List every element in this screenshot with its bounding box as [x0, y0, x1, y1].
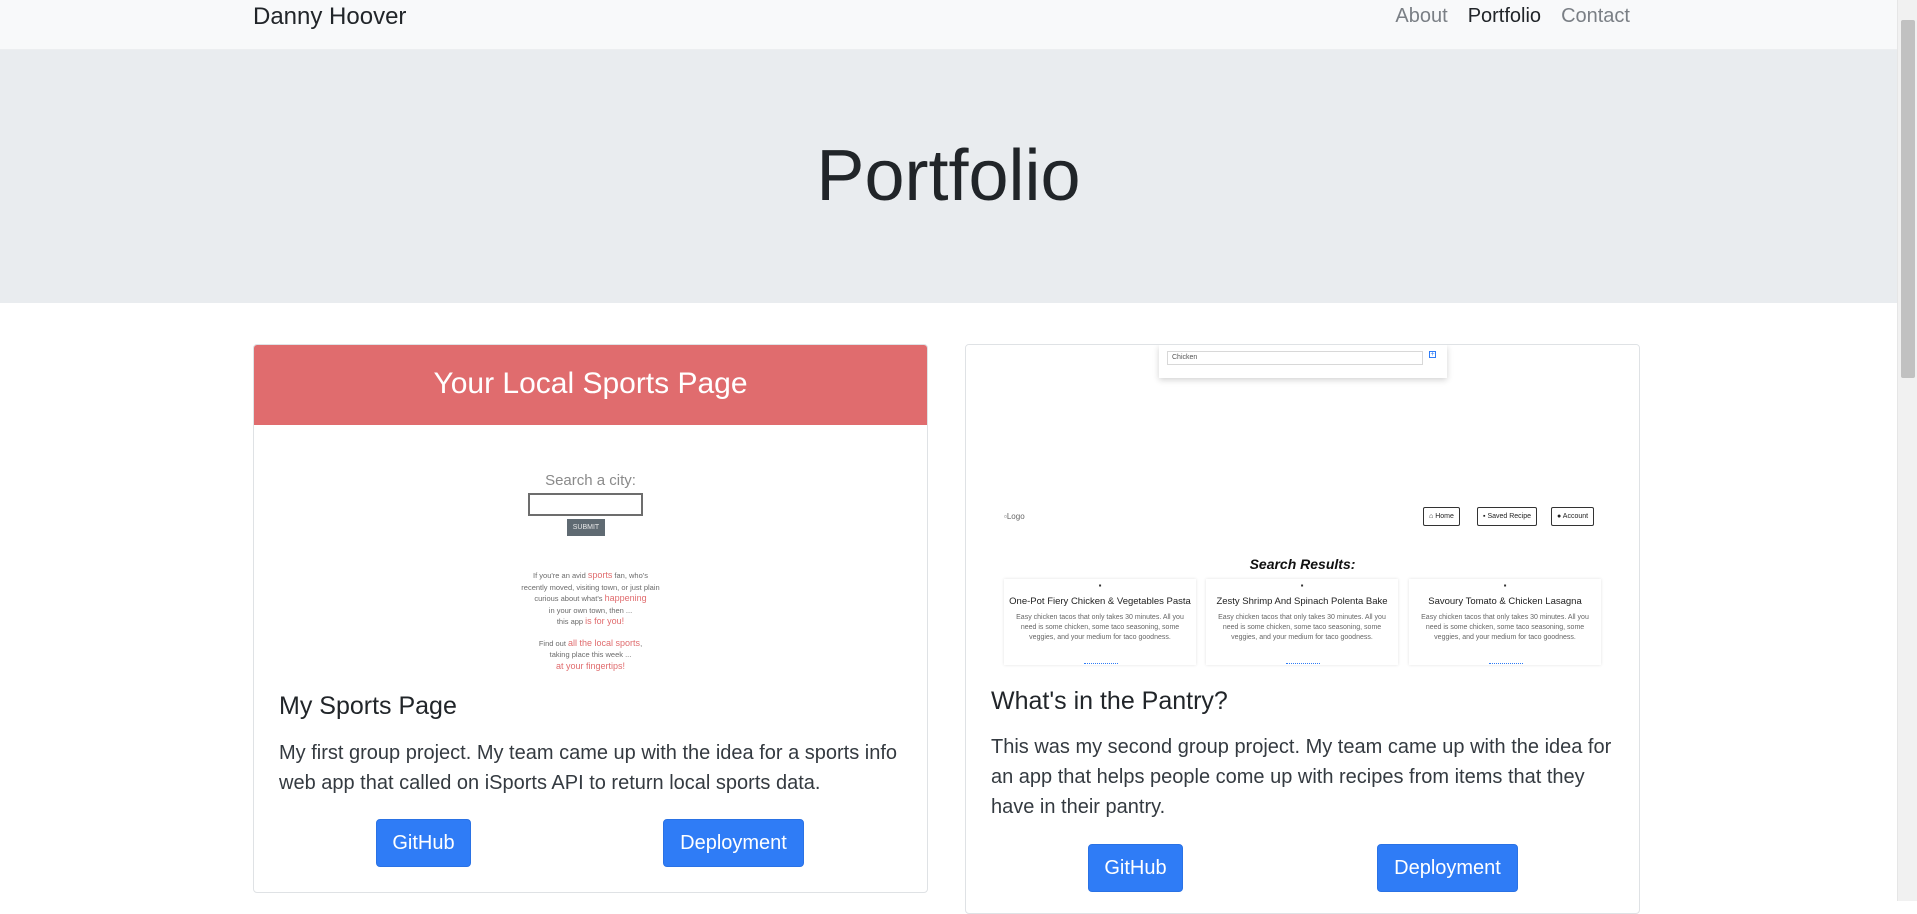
recipe-title: Savoury Tomato & Chicken Lasagna: [1428, 596, 1582, 607]
home-nav-button: ⌂ Home: [1423, 507, 1460, 526]
jumbotron: Portfolio: [0, 50, 1897, 303]
account-nav-button: ● Account: [1551, 507, 1595, 526]
blurb-line: at your fingertips!: [254, 661, 927, 673]
saved-recipe-nav-button: ▪ Saved Recipe: [1477, 507, 1538, 526]
blurb-line: in your own town, then ...: [254, 605, 927, 617]
brand-name[interactable]: Danny Hoover: [253, 2, 406, 32]
deployment-button[interactable]: Deployment: [663, 819, 804, 867]
nav-link-about[interactable]: About: [1395, 2, 1447, 30]
recipe-description: Easy chicken tacos that only takes 30 mi…: [1016, 614, 1184, 641]
navbar: Danny Hoover About Portfolio Contact: [0, 0, 1897, 50]
project-card-pantry: Chicken + ▫Logo ⌂ Home ▪ Saved Recipe ● …: [965, 344, 1640, 914]
recipe-link: [1286, 663, 1320, 665]
blurb-highlight: sports: [587, 570, 613, 580]
deployment-button[interactable]: Deployment: [1377, 844, 1518, 892]
blurb-line: curious about what's happening: [254, 593, 927, 605]
pantry-search-field: Chicken: [1167, 351, 1423, 365]
recipe-title: Zesty Shrimp And Spinach Polenta Bake: [1216, 596, 1388, 607]
page-title: Portfolio: [816, 136, 1081, 216]
blurb-text: in your own town, then ...: [548, 605, 633, 615]
github-button[interactable]: GitHub: [1088, 844, 1183, 892]
search-city-input: [528, 493, 643, 516]
blurb-text: taking place this week ...: [549, 650, 632, 659]
blurb-text: Find out: [538, 638, 569, 648]
nav-link-contact[interactable]: Contact: [1561, 2, 1630, 30]
blurb-text: this app: [556, 617, 586, 626]
recipe-image-icon: ▪: [1098, 581, 1102, 590]
submit-button: SUBMIT: [567, 519, 605, 536]
logo-alt-text: Logo: [1006, 512, 1025, 521]
recipe-link: [1489, 663, 1523, 665]
recipe-card: ▪ One-Pot Fiery Chicken & Vegetables Pas…: [1004, 579, 1196, 665]
blurb-line: If you're an avid sports fan, who's: [254, 570, 927, 582]
recipe-link: [1084, 663, 1118, 665]
blurb-line: this app is for you!: [254, 616, 927, 628]
blurb-highlight: is for you!: [585, 616, 625, 626]
project-description: My first group project. My team came up …: [279, 742, 898, 794]
blurb-highlight: at your fingertips!: [555, 660, 626, 671]
blurb-highlight: happening: [604, 593, 647, 603]
blurb-text: fan, who's: [612, 571, 648, 580]
recipe-image-icon: ▪: [1300, 581, 1304, 590]
saved-recipe-label: Saved Recipe: [1487, 513, 1532, 520]
search-city-label: Search a city:: [545, 472, 636, 489]
sports-blurb: If you're an avid sports fan, who's recen…: [254, 570, 927, 672]
recipe-title: One-Pot Fiery Chicken & Vegetables Pasta: [1009, 596, 1191, 607]
home-label: Home: [1435, 513, 1454, 520]
account-label: Account: [1562, 513, 1589, 520]
blurb-text: curious about what's: [534, 594, 605, 603]
blurb-text: ,: [640, 638, 643, 648]
blurb-line: recently moved, visiting town, or just p…: [254, 582, 927, 594]
blurb-highlight: all the local sports: [568, 637, 641, 648]
blurb-line: taking place this week ...: [254, 649, 927, 661]
sports-banner: Your Local Sports Page: [254, 345, 927, 425]
scrollbar-thumb[interactable]: [1901, 20, 1915, 378]
project-screenshot-sports: Your Local Sports Page Search a city: SU…: [254, 345, 927, 675]
search-results-title: Search Results:: [1249, 556, 1356, 572]
recipe-card: ▪ Savoury Tomato & Chicken Lasagna Easy …: [1409, 579, 1601, 665]
project-title: What's in the Pantry?: [991, 687, 1228, 715]
project-title: My Sports Page: [279, 692, 457, 720]
pantry-search-bar: Chicken +: [1159, 345, 1447, 378]
vertical-scrollbar[interactable]: [1897, 0, 1917, 901]
blurb-text: If you're an avid: [533, 571, 588, 580]
add-icon: +: [1429, 351, 1436, 358]
user-icon: ●: [1557, 513, 1562, 520]
recipe-card: ▪ Zesty Shrimp And Spinach Polenta Bake …: [1206, 579, 1398, 665]
blurb-gap: [254, 628, 927, 638]
home-icon: ⌂: [1429, 513, 1434, 520]
logo-image: ▫Logo: [1004, 512, 1025, 521]
project-card-sports: Your Local Sports Page Search a city: SU…: [253, 344, 928, 893]
blurb-text: recently moved, visiting town, or just p…: [521, 582, 660, 592]
project-screenshot-pantry: Chicken + ▫Logo ⌂ Home ▪ Saved Recipe ● …: [966, 345, 1639, 665]
recipe-description: Easy chicken tacos that only takes 30 mi…: [1421, 614, 1589, 641]
nav-links: About Portfolio Contact: [1395, 2, 1630, 30]
github-button[interactable]: GitHub: [376, 819, 471, 867]
project-description: This was my second group project. My tea…: [991, 736, 1612, 818]
blurb-line: Find out all the local sports,: [254, 638, 927, 650]
recipe-description: Easy chicken tacos that only takes 30 mi…: [1218, 614, 1386, 641]
bookmark-icon: ▪: [1483, 513, 1486, 520]
nav-link-portfolio[interactable]: Portfolio: [1468, 2, 1541, 30]
recipe-image-icon: ▪: [1503, 581, 1507, 590]
